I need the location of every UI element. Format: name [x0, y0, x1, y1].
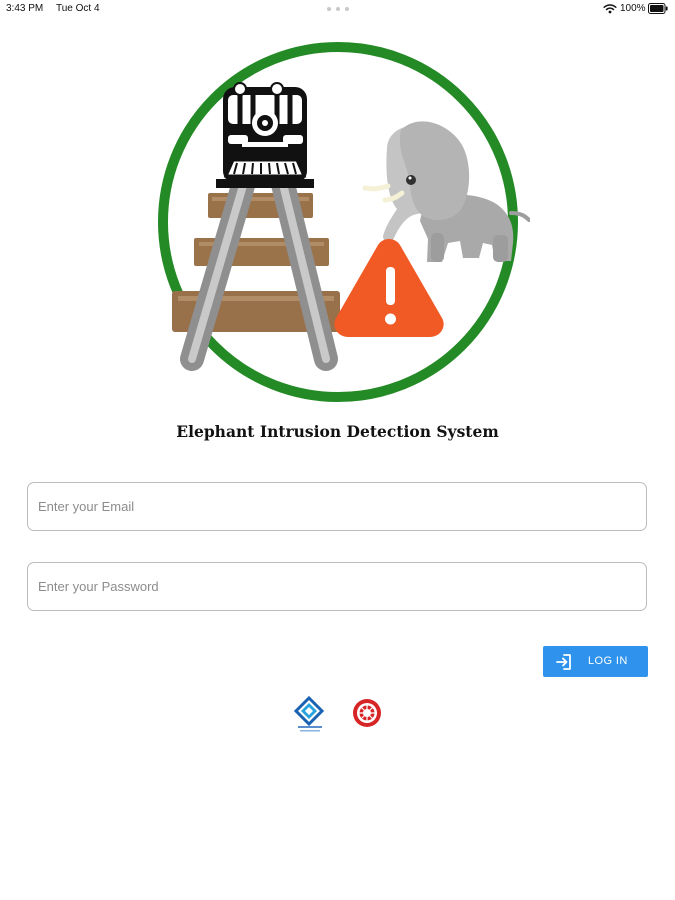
wifi-icon	[603, 4, 617, 14]
battery-percentage: 100%	[620, 3, 646, 14]
battery-icon	[648, 3, 668, 14]
login-button-label: LOG IN	[588, 655, 628, 667]
elephant-train-track-warning-illustration	[158, 42, 530, 402]
status-time: 3:43 PM	[6, 3, 44, 14]
multitasking-dot	[327, 7, 331, 11]
email-input[interactable]	[28, 483, 646, 530]
blue-diamond-logo-icon	[293, 695, 325, 732]
partner-logo-red	[353, 699, 381, 727]
red-railway-seal-icon	[353, 699, 381, 727]
login-button[interactable]: LOG IN	[543, 646, 648, 677]
partner-logo-blue	[293, 695, 325, 732]
multitasking-dot	[336, 7, 340, 11]
password-input[interactable]	[28, 563, 646, 610]
password-field[interactable]	[27, 562, 647, 611]
login-screen: 3:43 PM Tue Oct 4 100% Elephant Intrusio…	[0, 0, 675, 900]
app-title: Elephant Intrusion Detection System	[176, 422, 499, 441]
train-engine-icon	[216, 82, 314, 188]
status-date: Tue Oct 4	[56, 3, 100, 14]
email-field[interactable]	[27, 482, 647, 531]
multitasking-dot	[345, 7, 349, 11]
multitasking-indicator[interactable]	[327, 7, 349, 11]
login-icon	[556, 653, 571, 670]
status-bar: 3:43 PM Tue Oct 4 100%	[0, 0, 675, 18]
